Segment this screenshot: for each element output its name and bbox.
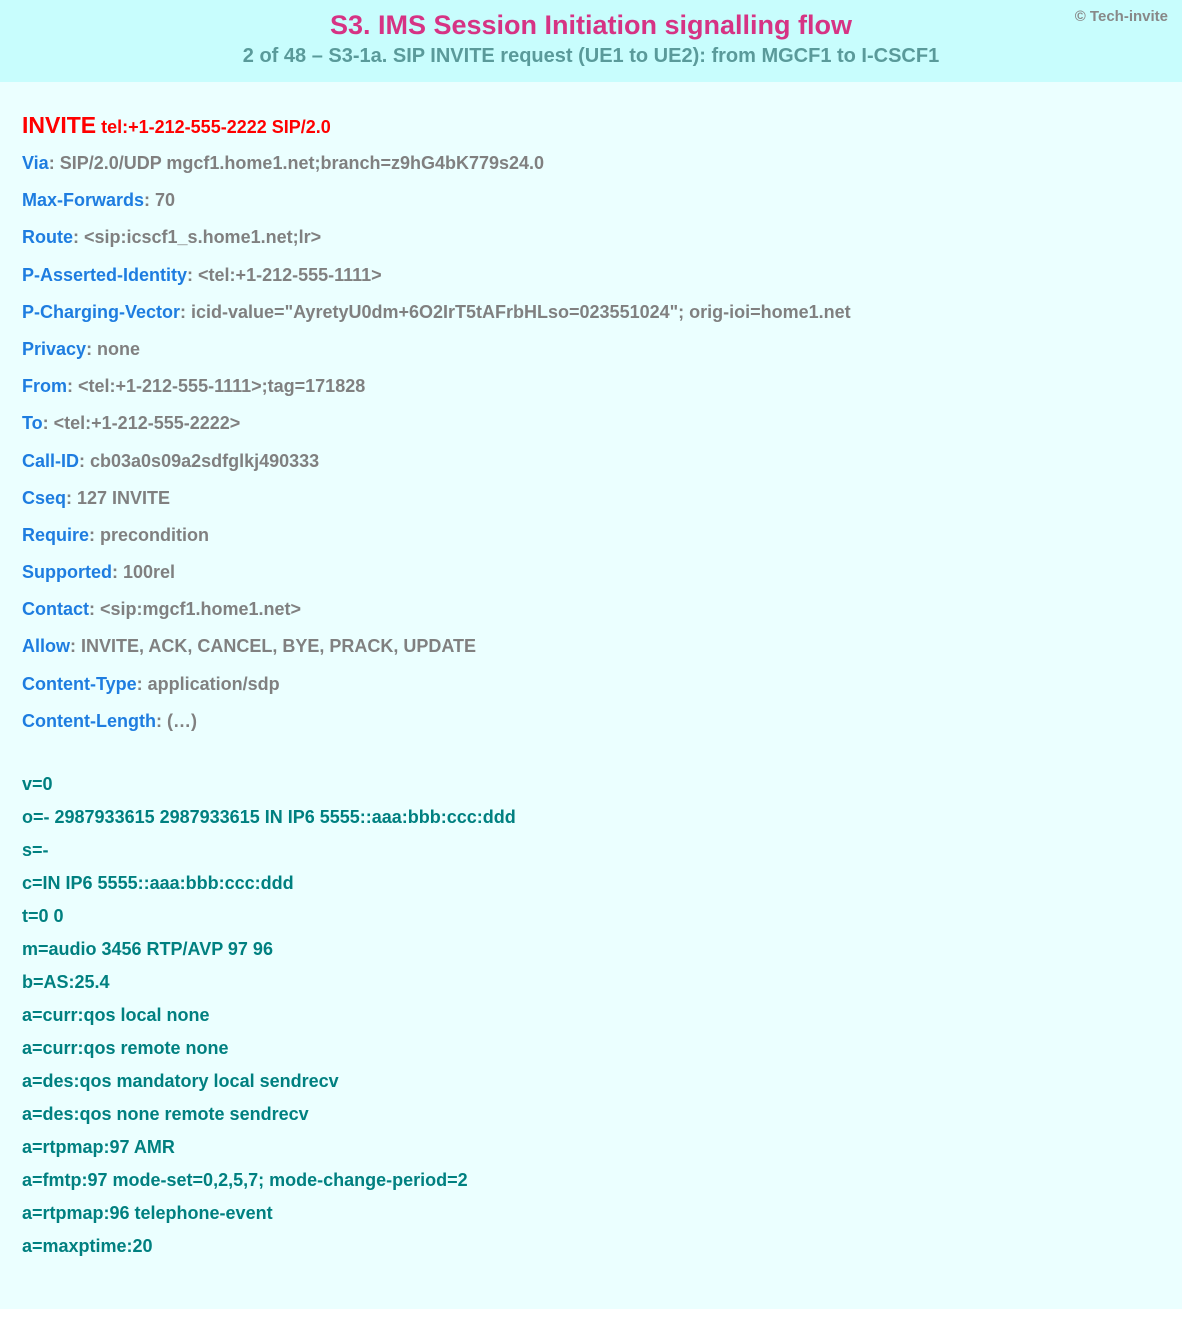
sip-headers-block: Via: SIP/2.0/UDP mgcf1.home1.net;branch=… <box>22 151 1160 734</box>
sdp-line: a=maxptime:20 <box>22 1236 1160 1257</box>
sip-header-line: P-Asserted-Identity: <tel:+1-212-555-111… <box>22 263 1160 288</box>
sdp-line: b=AS:25.4 <box>22 972 1160 993</box>
sip-header-name: Allow <box>22 636 70 656</box>
page-title: S3. IMS Session Initiation signalling fl… <box>20 10 1162 41</box>
sip-header-value: : none <box>86 339 140 359</box>
sip-header-value: : (…) <box>156 711 197 731</box>
sip-header-value: : <tel:+1-212-555-1111> <box>187 265 382 285</box>
sip-header-name: Cseq <box>22 488 66 508</box>
sdp-body-block: v=0 o=- 2987933615 2987933615 IN IP6 5555… <box>22 774 1160 1257</box>
sdp-line: o=- 2987933615 2987933615 IN IP6 5555::a… <box>22 807 1160 828</box>
sip-header-value: : SIP/2.0/UDP mgcf1.home1.net;branch=z9h… <box>49 153 544 173</box>
sip-header-line: Content-Type: application/sdp <box>22 672 1160 697</box>
sdp-line: a=curr:qos local none <box>22 1005 1160 1026</box>
sdp-line: a=rtpmap:96 telephone-event <box>22 1203 1160 1224</box>
sip-request-uri: tel:+1-212-555-2222 SIP/2.0 <box>96 117 331 137</box>
copyright-label: © Tech-invite <box>1075 8 1168 25</box>
sip-header-name: Via <box>22 153 49 173</box>
sip-header-value: : <sip:mgcf1.home1.net> <box>89 599 301 619</box>
sip-header-value: : <tel:+1-212-555-1111>;tag=171828 <box>67 376 365 396</box>
sip-header-line: P-Charging-Vector: icid-value="AyretyU0d… <box>22 300 1160 325</box>
sip-header-value: : 100rel <box>112 562 175 582</box>
sip-request-line: INVITE tel:+1-212-555-2222 SIP/2.0 <box>22 112 1160 139</box>
sip-header-line: Supported: 100rel <box>22 560 1160 585</box>
sip-header-line: Require: precondition <box>22 523 1160 548</box>
sip-header-line: From: <tel:+1-212-555-1111>;tag=171828 <box>22 374 1160 399</box>
sip-header-name: Call-ID <box>22 451 79 471</box>
sip-header-name: Privacy <box>22 339 86 359</box>
sdp-line: a=curr:qos remote none <box>22 1038 1160 1059</box>
page-subtitle: 2 of 48 – S3-1a. SIP INVITE request (UE1… <box>20 45 1162 68</box>
sip-header-value: : INVITE, ACK, CANCEL, BYE, PRACK, UPDAT… <box>70 636 476 656</box>
sip-header-value: : <tel:+1-212-555-2222> <box>43 413 241 433</box>
sip-header-name: Contact <box>22 599 89 619</box>
sdp-line: a=fmtp:97 mode-set=0,2,5,7; mode-change-… <box>22 1170 1160 1191</box>
sdp-line: c=IN IP6 5555::aaa:bbb:ccc:ddd <box>22 873 1160 894</box>
sip-header-line: Privacy: none <box>22 337 1160 362</box>
page-header: © Tech-invite S3. IMS Session Initiation… <box>0 0 1182 82</box>
message-content: INVITE tel:+1-212-555-2222 SIP/2.0 Via: … <box>0 82 1182 1309</box>
sip-header-value: : application/sdp <box>137 674 280 694</box>
sip-header-value: : precondition <box>89 525 209 545</box>
sip-header-line: To: <tel:+1-212-555-2222> <box>22 411 1160 436</box>
sip-header-line: Route: <sip:icscf1_s.home1.net;lr> <box>22 225 1160 250</box>
sdp-line: s=- <box>22 840 1160 861</box>
sip-header-name: From <box>22 376 67 396</box>
sip-header-name: Content-Type <box>22 674 137 694</box>
sip-header-line: Call-ID: cb03a0s09a2sdfglkj490333 <box>22 449 1160 474</box>
sip-header-name: Max-Forwards <box>22 190 144 210</box>
sip-header-name: Content-Length <box>22 711 156 731</box>
sip-header-line: Allow: INVITE, ACK, CANCEL, BYE, PRACK, … <box>22 634 1160 659</box>
sip-method: INVITE <box>22 112 96 138</box>
sip-header-line: Contact: <sip:mgcf1.home1.net> <box>22 597 1160 622</box>
sdp-line: v=0 <box>22 774 1160 795</box>
sip-header-name: To <box>22 413 43 433</box>
sdp-line: a=rtpmap:97 AMR <box>22 1137 1160 1158</box>
sip-header-name: Supported <box>22 562 112 582</box>
sdp-line: a=des:qos none remote sendrecv <box>22 1104 1160 1125</box>
sdp-line: a=des:qos mandatory local sendrecv <box>22 1071 1160 1092</box>
sip-header-line: Max-Forwards: 70 <box>22 188 1160 213</box>
sdp-line: t=0 0 <box>22 906 1160 927</box>
sip-header-value: : cb03a0s09a2sdfglkj490333 <box>79 451 319 471</box>
sip-header-value: : 70 <box>144 190 175 210</box>
sip-header-value: : 127 INVITE <box>66 488 170 508</box>
sip-header-name: Require <box>22 525 89 545</box>
sip-header-name: P-Charging-Vector <box>22 302 180 322</box>
sip-header-name: P-Asserted-Identity <box>22 265 187 285</box>
sip-header-line: Via: SIP/2.0/UDP mgcf1.home1.net;branch=… <box>22 151 1160 176</box>
sip-header-line: Cseq: 127 INVITE <box>22 486 1160 511</box>
sip-header-name: Route <box>22 227 73 247</box>
sip-header-value: : icid-value="AyretyU0dm+6O2IrT5tAFrbHLs… <box>180 302 851 322</box>
sip-header-line: Content-Length: (…) <box>22 709 1160 734</box>
sdp-line: m=audio 3456 RTP/AVP 97 96 <box>22 939 1160 960</box>
sip-header-value: : <sip:icscf1_s.home1.net;lr> <box>73 227 321 247</box>
